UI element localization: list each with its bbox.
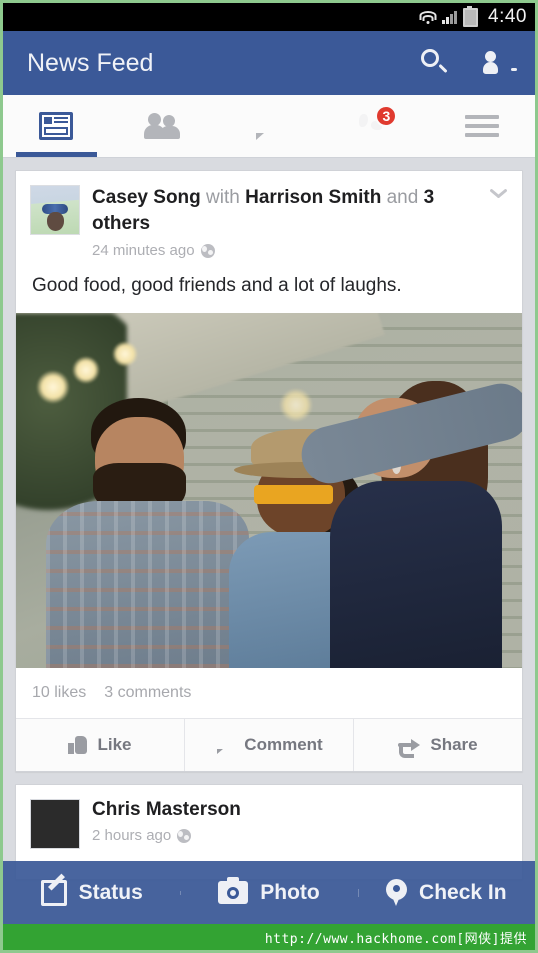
post-action-bar: Like Comment Share [16,719,522,771]
like-count[interactable]: 10 likes [32,684,86,702]
map-pin-icon [386,878,408,907]
share-button[interactable]: Share [353,719,522,771]
tab-notifications[interactable]: 3 [322,95,428,157]
thumbs-up-icon [68,736,88,754]
share-button-label: Share [430,735,478,754]
phone-screen: 4:40 News Feed 3 Casey Song with Harriso… [3,3,535,950]
status-clock: 4:40 [488,6,527,27]
news-feed-icon [39,112,74,140]
post-header: Casey Song with Harrison Smith and 3 oth… [16,171,522,265]
post-timestamp: 2 hours ago [92,827,172,844]
comment-count[interactable]: 3 comments [104,684,191,702]
feed-post: Casey Song with Harrison Smith and 3 oth… [15,170,523,772]
battery-icon [463,5,479,27]
share-arrow-icon [398,737,421,758]
check-in-button[interactable]: Check In [357,878,535,907]
post-meta: 24 minutes ago [92,242,447,259]
tab-more[interactable] [429,95,535,157]
composer-bar: Status Photo Check In [3,861,535,924]
cellular-signal-icon [442,10,458,24]
tab-friends[interactable] [109,95,215,157]
post-timestamp: 24 minutes ago [92,242,195,259]
post-author-name[interactable]: Chris Masterson [92,799,241,821]
active-tab-indicator [15,152,97,157]
post-and-word: and [386,187,419,208]
like-button-label: Like [97,735,132,754]
post-text: Good food, good friends and a lot of lau… [32,275,402,296]
camera-icon [218,877,249,904]
app-bar-actions [419,48,517,78]
contacts-icon[interactable] [483,50,517,76]
photo-button-label: Photo [260,880,320,904]
post-photo[interactable] [16,313,522,668]
system-status-bar: 4:40 [3,3,535,31]
friends-icon [143,113,182,139]
post-stats: 10 likes 3 comments [16,668,522,719]
main-tab-bar: 3 [3,95,535,158]
watermark-bar: http://www.hackhome.com[网侠]提供 [3,924,535,950]
post-with-word: with [206,187,240,208]
hamburger-menu-icon [464,115,499,137]
post-meta: 2 hours ago [92,827,241,844]
post-tagged-name[interactable]: Harrison Smith [245,187,381,208]
status-icons: 4:40 [419,5,527,28]
wifi-icon [419,10,437,24]
post-author-line: Casey Song with Harrison Smith and 3 oth… [92,185,447,237]
chevron-down-icon[interactable] [489,189,506,206]
page-title: News Feed [27,48,154,77]
public-globe-icon [177,828,192,843]
status-compose-label: Status [78,880,143,904]
status-compose-button[interactable]: Status [3,879,180,906]
photo-button[interactable]: Photo [180,877,357,905]
comment-button-label: Comment [244,735,323,754]
tab-news-feed[interactable] [3,95,109,157]
status-compose-icon [40,879,67,906]
news-feed-list[interactable]: Casey Song with Harrison Smith and 3 oth… [3,158,535,950]
like-button[interactable]: Like [16,719,184,771]
notification-badge: 3 [375,105,398,127]
messages-icon [253,113,285,140]
search-icon[interactable] [419,48,449,78]
tab-messages[interactable] [216,95,322,157]
avatar[interactable] [30,185,80,235]
post-author-name[interactable]: Casey Song [92,187,201,208]
watermark-text: http://www.hackhome.com[网侠]提供 [264,931,527,947]
app-bar: News Feed [3,31,535,95]
photo-person-man [46,398,249,668]
public-globe-icon [200,243,215,258]
comment-button[interactable]: Comment [184,719,353,771]
speech-bubble-icon [215,737,234,754]
avatar[interactable] [30,799,80,849]
check-in-label: Check In [419,880,507,904]
